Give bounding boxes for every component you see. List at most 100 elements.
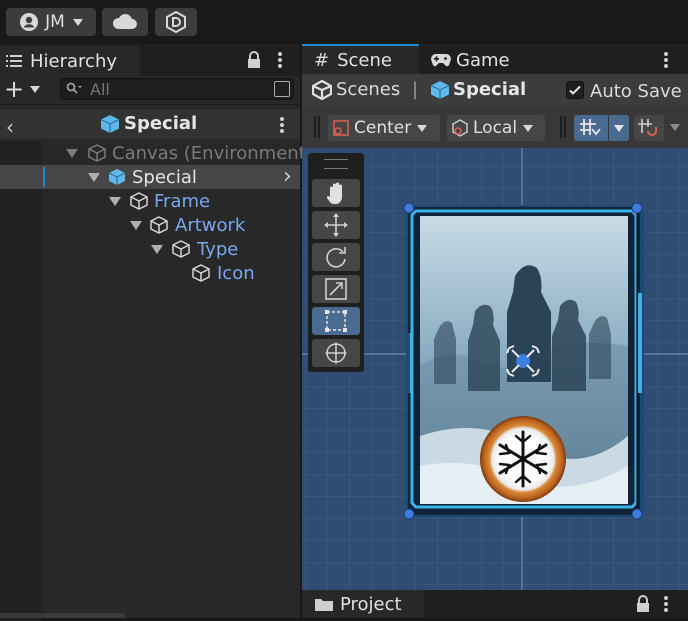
- auto-save-checkbox[interactable]: [566, 81, 584, 99]
- breadcrumb-root[interactable]: Scenes: [336, 79, 400, 100]
- account-icon: [20, 13, 39, 31]
- horizontal-scrollbar[interactable]: [0, 613, 125, 618]
- hierarchy-tab-label: Hierarchy: [30, 50, 118, 72]
- tree-row-artwork[interactable]: Artwork: [0, 213, 300, 237]
- toolbar-grip: [564, 116, 566, 138]
- gamepad-icon: [431, 54, 451, 67]
- toolbar-grip: [314, 116, 316, 138]
- search-input[interactable]: [88, 78, 262, 100]
- tree-item-label: Icon: [217, 262, 255, 284]
- top-toolbar: JM: [0, 0, 688, 44]
- scene-title: Special: [124, 113, 198, 134]
- tab-scene[interactable]: # Scene: [302, 44, 419, 74]
- hierarchy-tree: Canvas (Environment Special › Frame Artw…: [0, 141, 306, 621]
- account-label: JM: [45, 12, 65, 32]
- tree-row-frame[interactable]: Frame: [0, 189, 300, 213]
- chevron-down-icon[interactable]: [670, 124, 680, 131]
- grid-snap-dropdown[interactable]: [609, 115, 629, 141]
- collab-button[interactable]: [155, 8, 197, 36]
- prefab-cube-icon: [108, 169, 126, 185]
- breadcrumb: Scenes | Special Auto Save: [302, 74, 688, 106]
- kebab-menu-icon[interactable]: [278, 116, 286, 134]
- tab-project-label: Project: [340, 593, 402, 615]
- cloud-icon: [112, 14, 137, 29]
- toolbar-grip: [318, 116, 320, 138]
- breadcrumb-current[interactable]: Special: [453, 79, 526, 100]
- rect-tool-button[interactable]: [312, 307, 360, 335]
- hand-tool-button[interactable]: [312, 179, 360, 207]
- tree-row-special[interactable]: Special ›: [0, 164, 300, 189]
- kebab-menu-icon[interactable]: [276, 51, 284, 69]
- search-icon: [66, 82, 82, 94]
- cloud-button[interactable]: [102, 8, 148, 36]
- tree-item-label: Type: [197, 238, 239, 260]
- scene-viewport[interactable]: [302, 148, 688, 590]
- tab-game-label: Game: [456, 49, 510, 71]
- tree-item-label: Canvas (Environment: [112, 142, 306, 164]
- scale-tool-button[interactable]: [312, 275, 360, 303]
- tools-overlay: [308, 153, 364, 372]
- scene-toolbar: Center Local: [302, 106, 688, 148]
- move-icon: [324, 213, 348, 237]
- rotate-tool-button[interactable]: [312, 243, 360, 271]
- back-chevron-icon[interactable]: ‹: [6, 115, 14, 139]
- chevron-right-icon[interactable]: ›: [283, 164, 292, 189]
- toolbar-grip: [560, 116, 562, 138]
- checkmark-icon: [569, 85, 581, 95]
- space-dropdown[interactable]: Local: [447, 115, 545, 141]
- tree-row-canvas[interactable]: Canvas (Environment: [0, 141, 306, 165]
- hand-icon: [326, 182, 342, 204]
- tree-item-label: Special: [132, 166, 197, 188]
- chevron-down-icon: [523, 124, 534, 132]
- grid-snap-icon: [580, 119, 601, 136]
- lock-icon[interactable]: [247, 51, 261, 69]
- pivot-dropdown[interactable]: Center: [328, 115, 440, 141]
- auto-save-label: Auto Save: [590, 81, 682, 102]
- move-tool-button[interactable]: [312, 211, 360, 239]
- chevron-down-icon: [417, 124, 428, 132]
- expand-arrow-icon[interactable]: [88, 173, 100, 182]
- expand-arrow-icon[interactable]: [109, 197, 121, 206]
- prefab-cube-icon: [430, 81, 450, 99]
- grid-snap-button[interactable]: [574, 115, 608, 141]
- tree-row-type[interactable]: Type: [0, 237, 300, 261]
- pivot-label: Center: [354, 118, 412, 138]
- divider: [0, 104, 300, 105]
- lock-icon[interactable]: [636, 595, 650, 613]
- increment-snap-icon: [638, 119, 657, 136]
- tree-item-label: Frame: [154, 190, 211, 212]
- gameobject-cube-icon: [88, 144, 106, 162]
- transform-tool-button[interactable]: [312, 339, 360, 367]
- search-scope-icon[interactable]: [274, 81, 290, 97]
- overlay-grip[interactable]: [324, 159, 348, 169]
- tree-item-label: Artwork: [175, 214, 246, 236]
- hierarchy-tab[interactable]: Hierarchy: [0, 46, 140, 76]
- space-label: Local: [473, 118, 518, 138]
- pivot-center-icon: [333, 120, 349, 136]
- scene-header[interactable]: ‹ Special: [0, 109, 300, 139]
- account-dropdown[interactable]: JM: [6, 8, 96, 36]
- chevron-down-icon: [614, 124, 624, 132]
- hierarchy-search[interactable]: [60, 78, 294, 100]
- tab-scene-label: Scene: [337, 49, 392, 71]
- tree-row-icon[interactable]: Icon: [0, 261, 300, 285]
- breadcrumb-separator: |: [412, 79, 419, 100]
- chevron-down-icon: [72, 18, 83, 26]
- expand-arrow-icon[interactable]: [66, 149, 78, 158]
- expand-arrow-icon[interactable]: [151, 245, 163, 254]
- tab-game[interactable]: Game: [430, 46, 530, 74]
- hierarchy-panel: Hierarchy + ‹ Special Canvas (Environmen…: [0, 44, 306, 621]
- create-dropdown[interactable]: +: [4, 77, 44, 101]
- selection-marker: [43, 167, 45, 187]
- increment-snap-button[interactable]: [634, 115, 664, 141]
- tab-project[interactable]: Project: [302, 590, 424, 618]
- scale-icon: [325, 278, 347, 300]
- kebab-menu-icon[interactable]: [662, 51, 670, 69]
- project-panel: Project: [302, 590, 688, 618]
- gameobject-cube-icon: [172, 240, 190, 258]
- rotate-icon: [326, 247, 346, 268]
- expand-arrow-icon[interactable]: [130, 221, 142, 230]
- prefab-cube-icon: [100, 115, 120, 133]
- folder-icon: [315, 599, 333, 611]
- kebab-menu-icon[interactable]: [662, 595, 670, 613]
